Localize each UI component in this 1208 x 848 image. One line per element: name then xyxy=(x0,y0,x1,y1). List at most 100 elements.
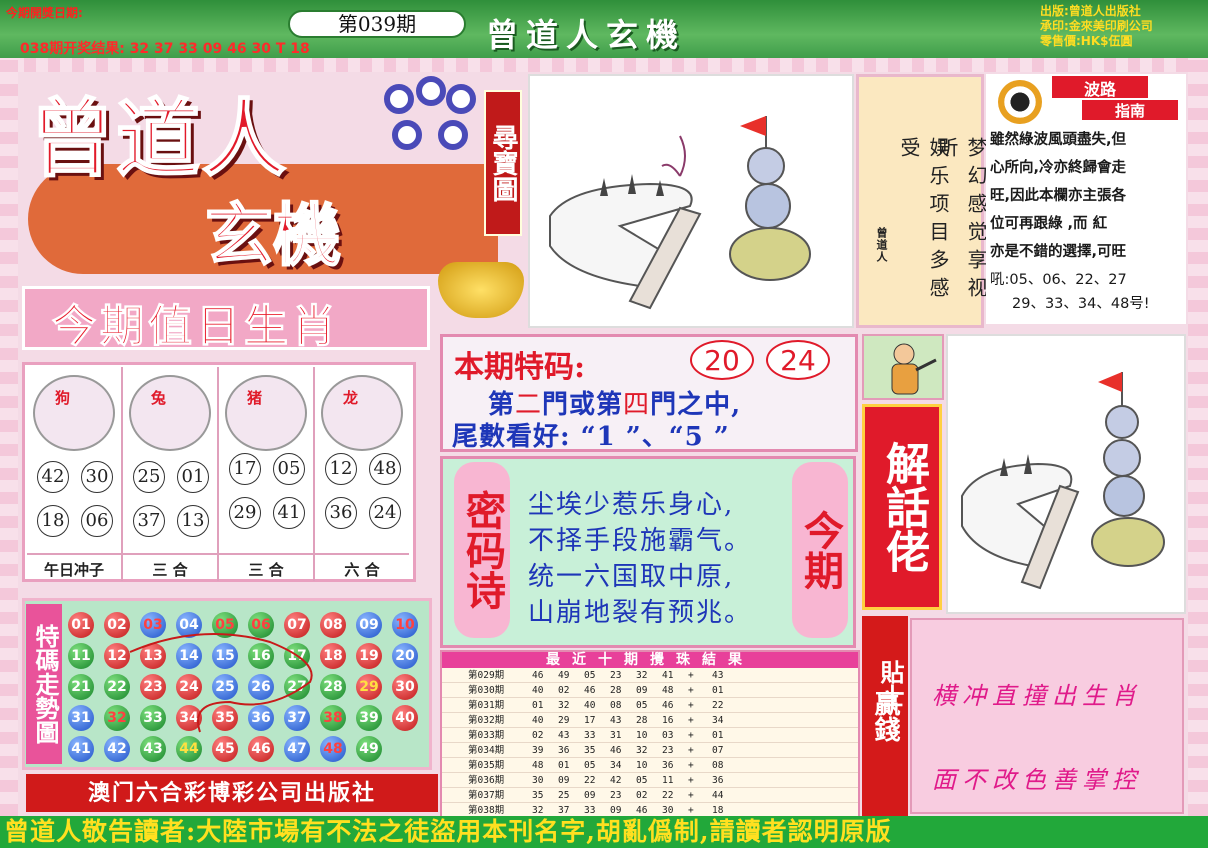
results-row: 第037期 35 25 09 23 02 22 +44 xyxy=(442,788,858,803)
results-number: 10 xyxy=(636,760,648,771)
zodiac-number: 37 xyxy=(133,505,165,537)
zodiac-number: 18 xyxy=(37,505,69,537)
zodiac-animal-name: 猪 xyxy=(247,389,263,407)
results-number: 09 xyxy=(584,790,596,801)
last-result-text: 038期开奖结果: 32 37 33 09 46 30 T 18 xyxy=(20,41,310,57)
tip-label: 貼士 xyxy=(876,660,904,708)
number-ball: 40 xyxy=(392,705,418,731)
zodiac-relation-label: 六 合 xyxy=(315,553,409,580)
results-number: 29 xyxy=(558,715,570,726)
zodiac-column-dragon: 龙 12 48 36 24 六 合 xyxy=(315,367,411,581)
results-issue: 第032期 xyxy=(468,715,505,726)
zodiac-number: 30 xyxy=(81,461,113,493)
results-number: 33 xyxy=(584,730,596,741)
publisher-bar: 澳门六合彩博彩公司出版社 xyxy=(26,774,438,812)
results-row: 第036期 30 09 22 42 05 11 +36 xyxy=(442,773,858,788)
pattern-border-left xyxy=(0,58,18,816)
wave-line-1: 雖然綠波風頭盡失,但 xyxy=(990,132,1127,148)
commentary-label: 解話佬 xyxy=(862,404,942,610)
number-ball: 31 xyxy=(68,705,94,731)
results-row: 第033期 02 43 33 31 10 03 +01 xyxy=(442,728,858,743)
results-number: 23 xyxy=(610,670,622,681)
results-number: 28 xyxy=(610,685,622,696)
win-tip-label: 贏錢 xyxy=(862,616,908,816)
special-number: 20 xyxy=(690,340,754,380)
number-ball: 21 xyxy=(68,674,94,700)
results-number: 40 xyxy=(584,700,596,711)
zodiac-column-dog: 狗 42 30 18 06 午日冲子 xyxy=(27,367,123,581)
zodiac-number: 29 xyxy=(229,497,261,529)
number-ball: 09 xyxy=(356,612,382,638)
results-number: 40 xyxy=(532,685,544,696)
results-number: 46 xyxy=(532,670,544,681)
vertical-poem-box: 梦幻感觉享视听 娱乐项目多感受 曾道人 xyxy=(856,74,988,328)
results-number: + xyxy=(688,775,694,786)
issue-number: 第039期 xyxy=(288,10,466,38)
results-number: + xyxy=(688,760,694,771)
results-number: 17 xyxy=(584,715,596,726)
header-title: 曾道人玄機 xyxy=(486,16,687,54)
results-number: 36 xyxy=(662,760,674,771)
number-ball: 29 xyxy=(356,674,382,700)
logo-main-text: 曾道人 xyxy=(29,88,289,189)
zodiac-number: 25 xyxy=(133,461,165,493)
results-row: 第030期 40 02 46 28 09 48 +01 xyxy=(442,683,858,698)
results-number: 35 xyxy=(532,790,544,801)
results-number: + xyxy=(688,670,694,681)
footer-notice: 曾道人敬告讀者:大陸市場有不法之徒盜用本刊名字,胡亂僞制,請讀者認明原版 xyxy=(0,816,1208,848)
zodiac-column-rabbit: 兔 25 01 37 13 三 合 xyxy=(123,367,219,581)
results-number: + xyxy=(688,700,694,711)
zodiac-column-pig: 猪 17 05 29 41 三 合 xyxy=(219,367,315,581)
zodiac-number: 12 xyxy=(325,453,357,485)
results-number: 40 xyxy=(532,715,544,726)
results-number: 39 xyxy=(532,745,544,756)
results-issue: 第035期 xyxy=(468,760,505,771)
special-code-label: 本期特码: xyxy=(454,350,586,385)
results-number: 08 xyxy=(712,760,724,771)
results-number: + xyxy=(688,715,694,726)
secret-poem-line: 不择手段施霸气。 xyxy=(528,526,753,556)
wave-line-7: 29、33、34、48号! xyxy=(1012,296,1150,312)
publisher-line: 出版:曾道人出版社 xyxy=(1040,4,1141,18)
number-ball: 30 xyxy=(392,674,418,700)
rings-emblem-icon xyxy=(384,76,480,162)
zodiac-number: 13 xyxy=(177,505,209,537)
results-number: 05 xyxy=(636,775,648,786)
number-ball: 20 xyxy=(392,643,418,669)
results-number: 28 xyxy=(636,715,648,726)
zodiac-number: 41 xyxy=(273,497,305,529)
number-ball: 41 xyxy=(68,736,94,762)
results-number: 09 xyxy=(636,685,648,696)
results-number: 23 xyxy=(662,745,674,756)
results-number: 05 xyxy=(584,760,596,771)
zodiac-number: 05 xyxy=(273,453,305,485)
zodiac-relation-label: 三 合 xyxy=(123,553,217,580)
number-ball: 19 xyxy=(356,643,382,669)
results-number: 02 xyxy=(558,685,570,696)
win-tip-line: 横冲直撞出生肖 xyxy=(932,682,1142,710)
zodiac-number: 17 xyxy=(229,453,261,485)
results-issue: 第036期 xyxy=(468,775,505,786)
zodiac-relation-label: 三 合 xyxy=(219,553,313,580)
draw-date-label: 今期開獎日期: xyxy=(6,6,83,20)
zodiac-number: 48 xyxy=(369,453,401,485)
publisher-info: 出版:曾道人出版社 承印:金來美印刷公司 零售價:HK$伍圓 xyxy=(1040,4,1153,49)
secret-poem-line: 山崩地裂有预兆。 xyxy=(528,598,753,628)
wave-line-4: 位可再跟綠 ,而 紅 xyxy=(990,216,1108,232)
dog-icon xyxy=(33,375,115,451)
number-ball: 01 xyxy=(68,612,94,638)
results-issue: 第029期 xyxy=(468,670,505,681)
results-number: 42 xyxy=(610,775,622,786)
results-number: 30 xyxy=(532,775,544,786)
results-number: + xyxy=(688,730,694,741)
treasure-map-label: 尋寶圖 xyxy=(484,90,522,236)
results-issue: 第037期 xyxy=(468,790,505,801)
results-number: 16 xyxy=(662,715,674,726)
yin-yang-icon xyxy=(998,80,1042,124)
results-number: 02 xyxy=(532,730,544,741)
results-number: + xyxy=(688,685,694,696)
results-number: 01 xyxy=(558,760,570,771)
trend-line xyxy=(129,633,313,733)
price-line: 零售價:HK$伍圓 xyxy=(1040,34,1133,48)
trend-chart-title: 特碼走勢圖 xyxy=(26,604,62,764)
